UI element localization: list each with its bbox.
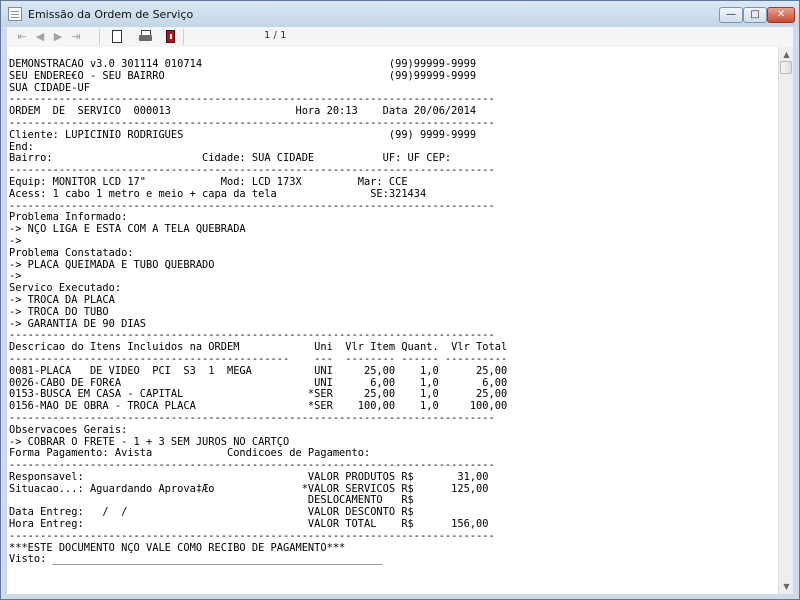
report-line: ----------------------------------------…: [9, 93, 495, 106]
page-indicator: 1 / 1: [264, 30, 287, 41]
vertical-scrollbar[interactable]: ▲ ▼: [778, 47, 793, 594]
title-bar[interactable]: Emissão da Ordem de Serviço — □ ✕: [1, 1, 799, 27]
report-line: DEMONSTRACAO v3.0 301114 010714 (99)9999…: [9, 58, 477, 70]
report-line: Responsavel: VALOR PRODUTOS R$ 31,00: [9, 470, 489, 483]
report-toolbar: ⇤ ◀ ▶ ⇥ 1 / 1: [7, 27, 793, 48]
report-line: Acess: 1 cabo 1 metro e meio + capa da t…: [9, 187, 427, 200]
window-title: Emissão da Ordem de Serviço: [28, 8, 194, 21]
report-line: ->: [9, 270, 22, 283]
report-line: Observacoes Gerais:: [9, 423, 128, 436]
report-line: Hora Entreg: VALOR TOTAL R$ 156,00: [9, 518, 489, 531]
report-line: ----------------------------------------…: [9, 459, 495, 472]
report-line: ----------------------------------------…: [9, 329, 495, 342]
report-line: Situacao...: Aguardando Aprova‡Æo *VALOR…: [9, 482, 489, 495]
window-bottom-border: [7, 594, 793, 599]
report-line: Data Entreg: / / VALOR DESCONTO R$: [9, 506, 414, 519]
report-line: ***ESTE DOCUMENTO NÇO VALE COMO RECIBO D…: [9, 541, 346, 554]
next-page-icon[interactable]: ▶: [49, 28, 67, 45]
report-line: -> TROCA DA PLACA: [9, 293, 115, 306]
exit-icon[interactable]: [166, 30, 175, 43]
report-line: Equip: MONITOR LCD 17" Mod: LCD 173X Mar…: [9, 175, 408, 188]
report-line: 0153-BUSCA EM CASA - CAPITAL *SER 25,00 …: [9, 388, 508, 401]
report-line: SEU ENDERE€O - SEU BAIRRO (99)99999-9999: [9, 69, 477, 82]
report-line: ----------------------------------------…: [9, 529, 495, 542]
report-line: 0156-MAO DE OBRA - TROCA PLACA *SER 100,…: [9, 400, 508, 413]
close-button[interactable]: ✕: [767, 7, 795, 23]
report-line: ->: [9, 234, 22, 247]
maximize-button[interactable]: □: [743, 7, 767, 23]
toolbar-separator: [99, 29, 100, 45]
report-line: ----------------------------------------…: [9, 411, 495, 424]
scroll-down-icon[interactable]: ▼: [780, 580, 793, 593]
report-line: ORDEM DE SERVICO 000013 Hora 20:13 Data …: [9, 105, 477, 118]
last-page-icon[interactable]: ⇥: [67, 28, 85, 45]
minimize-button[interactable]: —: [719, 7, 743, 23]
report-line: -> GARANTIA DE 90 DIAS: [9, 317, 147, 330]
report-line: Servico Executado:: [9, 282, 122, 295]
report-line: Bairro: Cidade: SUA CIDADE UF: UF CEP:: [9, 152, 452, 165]
app-icon: [8, 7, 22, 21]
report-line: DESLOCAMENTO R$: [9, 494, 414, 507]
report-line: Visto: _________________________________…: [9, 553, 383, 566]
report-window: Emissão da Ordem de Serviço — □ ✕ ⇤ ◀ ▶ …: [0, 0, 800, 600]
report-line: -> PLACA QUEIMADA E TUBO QUEBRADO: [9, 258, 215, 271]
first-page-icon[interactable]: ⇤: [13, 28, 31, 45]
report-line: Cliente: LUPICINIO RODRIGUES (99) 9999-9…: [9, 128, 477, 141]
new-document-icon[interactable]: [112, 30, 122, 43]
report-line: End:: [9, 140, 34, 153]
report-preview: DEMONSTRACAO v3.0 301114 010714 (99)9999…: [7, 47, 778, 594]
service-order-report: DEMONSTRACAO v3.0 301114 010714 (99)9999…: [9, 58, 508, 566]
report-line: -> NÇO LIGA E ESTA COM A TELA QUEBRADA: [9, 223, 246, 236]
report-line: Descricao do Itens Incluidos na ORDEM Un…: [9, 341, 508, 354]
scroll-up-icon[interactable]: ▲: [780, 48, 793, 61]
report-line: ----------------------------------------…: [9, 352, 508, 365]
report-line: 0026-CABO DE FOR€A UNI 6,00 1,0 6,00: [9, 376, 508, 389]
report-line: Forma Pagamento: Avista Condicoes de Pag…: [9, 447, 371, 460]
report-line: ----------------------------------------…: [9, 199, 495, 212]
report-line: ----------------------------------------…: [9, 164, 495, 177]
report-line: 0081-PLACA DE VIDEO PCI S3 1 MEGA UNI 25…: [9, 364, 508, 377]
toolbar-separator: [183, 29, 184, 45]
report-line: Problema Informado:: [9, 211, 128, 224]
report-line: Problema Constatado:: [9, 246, 134, 259]
previous-page-icon[interactable]: ◀: [31, 28, 49, 45]
scroll-thumb[interactable]: [780, 61, 792, 74]
report-line: ----------------------------------------…: [9, 116, 495, 129]
report-line: SUA CIDADE-UF: [9, 81, 90, 94]
report-line: -> COBRAR O FRETE - 1 + 3 SEM JUROS NO C…: [9, 435, 290, 448]
printer-icon[interactable]: [139, 30, 152, 43]
report-line: -> TROCA DO TUBO: [9, 305, 109, 318]
